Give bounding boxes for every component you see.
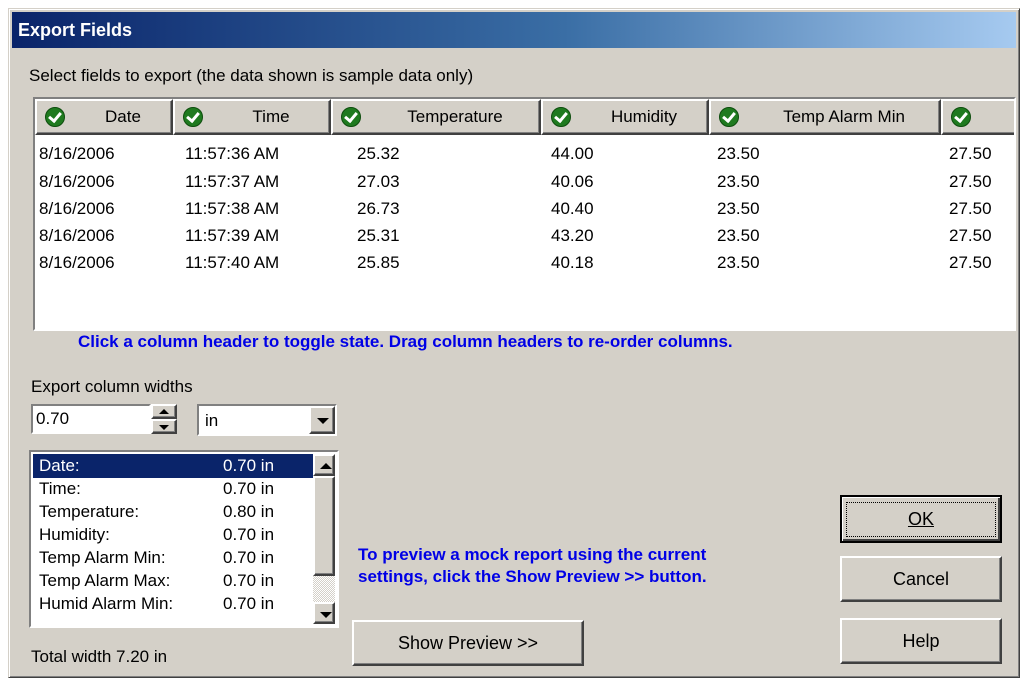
ok-button[interactable]: OK — [840, 495, 1002, 543]
dropdown-arrow-icon — [317, 418, 329, 424]
column-header-date[interactable]: Date — [35, 99, 173, 135]
column-header-time[interactable]: Time — [173, 99, 331, 135]
column-header-temp-alarm-min[interactable]: Temp Alarm Min — [709, 99, 941, 135]
list-item[interactable]: Temp Alarm Max: 0.70 in — [33, 569, 317, 593]
scroll-up-icon — [320, 463, 332, 469]
column-width-list[interactable]: Date: 0.70 in Time: 0.70 in Temperature:… — [29, 450, 339, 628]
unit-dropdown-button[interactable] — [309, 406, 335, 434]
vertical-scroll-thumb[interactable] — [313, 476, 335, 576]
spin-down-icon — [159, 425, 169, 430]
check-icon — [951, 107, 971, 127]
vertical-scroll-track[interactable] — [313, 576, 335, 602]
scroll-down-icon — [320, 612, 332, 618]
instructions-text: Select fields to export (the data shown … — [29, 66, 474, 85]
title-bar: Export Fields — [12, 12, 1016, 48]
check-icon — [551, 107, 571, 127]
spin-up-button[interactable] — [151, 404, 177, 419]
check-icon — [341, 107, 361, 127]
column-header-temperature[interactable]: Temperature — [331, 99, 541, 135]
column-width-spinner[interactable] — [151, 404, 177, 434]
check-icon — [183, 107, 203, 127]
list-item[interactable]: Temperature: 0.80 in — [33, 500, 317, 524]
show-preview-button[interactable]: Show Preview >> — [352, 620, 584, 666]
column-header-humidity[interactable]: Humidity — [541, 99, 709, 135]
list-item[interactable]: Humidity: 0.70 in — [33, 523, 317, 547]
column-header-temp-alarm-max[interactable] — [941, 99, 1014, 135]
dialog-title: Export Fields — [18, 20, 133, 40]
total-width-text: Total width 7.20 in — [31, 647, 168, 666]
cancel-button[interactable]: Cancel — [840, 556, 1002, 602]
check-icon — [719, 107, 739, 127]
grid-hint-text: Click a column header to toggle state. D… — [78, 332, 733, 351]
list-item[interactable]: Temp Alarm Min: 0.70 in — [33, 546, 317, 570]
list-item[interactable]: Humid Alarm Min: 0.70 in — [33, 592, 317, 616]
sample-data-grid: Date Time Temperature Humidity Temp Alar… — [33, 97, 1016, 331]
scroll-down-button[interactable] — [313, 602, 335, 624]
check-icon — [45, 107, 65, 127]
scroll-up-button[interactable] — [313, 454, 335, 476]
export-fields-dialog: Export Fields Select fields to export (t… — [8, 8, 1020, 678]
vertical-scrollbar[interactable] — [313, 454, 335, 624]
unit-select[interactable]: in — [197, 404, 337, 436]
unit-select-value: in — [205, 411, 219, 430]
help-button[interactable]: Help — [840, 618, 1002, 664]
list-item[interactable]: Time: 0.70 in — [33, 477, 317, 501]
spin-up-icon — [159, 409, 169, 414]
preview-hint-text: To preview a mock report using the curre… — [358, 545, 707, 586]
spin-down-button[interactable] — [151, 419, 177, 434]
column-widths-label: Export column widths — [31, 377, 193, 396]
list-item[interactable]: Date: 0.70 in — [33, 454, 317, 478]
column-width-input[interactable] — [31, 404, 151, 434]
